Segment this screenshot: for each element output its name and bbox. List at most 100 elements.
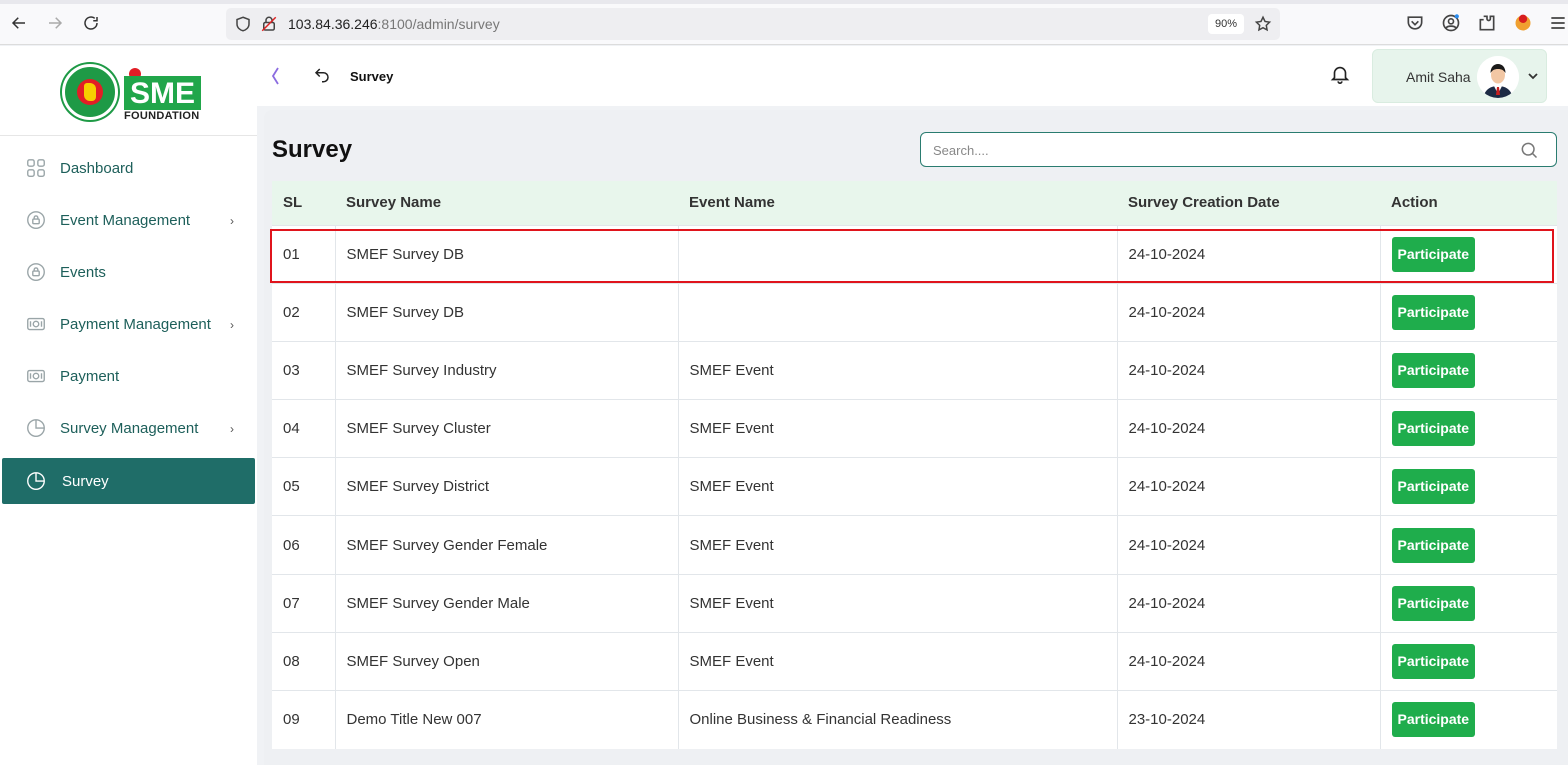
search-icon[interactable] [1519,140,1539,160]
participate-button[interactable]: Participate [1391,643,1476,679]
sidebar-item-label: Event Management [60,211,191,229]
money-icon [27,317,45,331]
govt-emblem-icon [62,64,118,120]
cell-action: Participate [1380,282,1557,342]
hamburger-menu-icon[interactable] [1548,13,1568,33]
cell-survey-name: SMEF Survey DB [335,224,679,284]
cell-survey-name: SMEF Survey Open [335,631,679,691]
sidebar-item-payment-management[interactable]: Payment Management › [0,298,257,350]
breadcrumb: Survey [350,69,394,84]
cell-sl: 06 [272,515,336,575]
sidebar-item-payment[interactable]: Payment [0,350,257,402]
cell-event-name [678,282,1118,342]
account-icon[interactable] [1441,13,1461,33]
cell-event-name [678,224,1118,284]
participate-button[interactable]: Participate [1391,585,1476,621]
chevron-right-icon: › [230,318,234,332]
participate-button[interactable]: Participate [1391,702,1476,738]
cell-sl: 07 [272,573,336,633]
address-bar[interactable]: 103.84.36.246:8100/admin/survey 90% [226,8,1280,40]
pie-chart-icon [27,419,45,437]
cell-event-name: SMEF Event [678,515,1118,575]
logo-area[interactable]: SME FOUNDATION [0,46,257,136]
pocket-icon[interactable] [1405,13,1425,33]
avatar [1477,56,1519,98]
search-input[interactable] [933,139,1493,161]
cell-creation-date: 24-10-2024 [1117,631,1381,691]
url-host: 103.84.36.246 [288,16,378,32]
logo-letters: SME [124,76,202,110]
notification-bell-icon[interactable] [1329,62,1351,86]
sidebar-item-label: Payment Management [60,315,211,333]
shield-icon[interactable] [234,15,252,33]
cell-sl: 02 [272,282,336,342]
cell-sl: 09 [272,689,336,749]
cell-survey-name: SMEF Survey Gender Female [335,515,679,575]
sidebar-item-events[interactable]: Events [0,246,257,298]
table-row: 09 Demo Title New 007 Online Business & … [272,689,1557,749]
participate-button[interactable]: Participate [1391,294,1476,330]
column-header-event-name: Event Name [678,181,1117,225]
cell-event-name: SMEF Event [678,573,1118,633]
table-row: 06 SMEF Survey Gender Female SMEF Event … [272,515,1557,575]
participate-button[interactable]: Participate [1391,352,1476,388]
extension-badge-icon[interactable] [1513,13,1533,33]
chevron-down-icon[interactable] [1527,70,1539,82]
page-title: Survey [272,136,353,163]
cell-creation-date: 24-10-2024 [1117,224,1381,284]
cell-creation-date: 24-10-2024 [1117,399,1381,458]
undo-back-icon[interactable] [313,66,331,84]
sidebar-item-label: Survey Management [60,419,199,437]
cell-creation-date: 24-10-2024 [1117,457,1381,516]
cell-creation-date: 23-10-2024 [1117,689,1381,749]
sidebar-item-label: Payment [60,367,120,385]
insecure-lock-icon[interactable] [260,15,278,33]
cell-action: Participate [1380,340,1557,400]
tab-strip [0,0,1568,4]
cell-sl: 03 [272,340,336,400]
cell-event-name: SMEF Event [678,631,1118,691]
chevron-right-icon: › [230,214,234,228]
user-avatar-icon [1477,56,1519,98]
user-name: Amit Saha [1406,69,1471,85]
sidebar-item-label: Dashboard [60,159,134,177]
reload-icon[interactable] [80,12,102,34]
cell-survey-name: Demo Title New 007 [335,689,679,749]
zoom-badge[interactable]: 90% [1208,14,1244,34]
money-icon [27,369,45,383]
survey-table: SL Survey Name Event Name Survey Creatio… [272,181,1557,749]
sidebar-item-dashboard[interactable]: Dashboard [0,142,257,194]
chevron-right-icon: › [230,422,234,436]
cell-survey-name: SMEF Survey DB [335,282,679,342]
forward-arrow-icon[interactable] [44,12,66,34]
table-row: 02 SMEF Survey DB 24-10-2024 Participate [272,282,1557,342]
url-text[interactable]: 103.84.36.246:8100/admin/survey [288,16,500,32]
extensions-icon[interactable] [1477,13,1497,33]
user-menu[interactable]: Amit Saha [1372,49,1547,103]
back-arrow-icon[interactable] [8,12,30,34]
table-row: 04 SMEF Survey Cluster SMEF Event 24-10-… [272,399,1557,458]
column-header-sl: SL [272,181,335,225]
table-row: 03 SMEF Survey Industry SMEF Event 24-10… [272,340,1557,400]
cell-survey-name: SMEF Survey Gender Male [335,573,679,633]
participate-button[interactable]: Participate [1391,527,1476,563]
participate-button[interactable]: Participate [1391,469,1476,505]
sidebar-collapse-icon[interactable] [269,66,281,86]
bookmark-star-icon[interactable] [1254,15,1272,33]
top-header: Survey Amit Saha [257,46,1568,106]
search-box[interactable] [920,132,1557,167]
sidebar-item-survey[interactable]: Survey [2,458,255,504]
sidebar-item-survey-management[interactable]: Survey Management › [0,402,257,454]
cell-survey-name: SMEF Survey Industry [335,340,679,400]
cell-event-name: SMEF Event [678,457,1118,516]
cell-creation-date: 24-10-2024 [1117,515,1381,575]
participate-button[interactable]: Participate [1391,411,1476,447]
browser-toolbar: 103.84.36.246:8100/admin/survey 90% [0,0,1568,45]
url-path: :8100/admin/survey [377,16,500,32]
participate-button[interactable]: Participate [1391,236,1476,272]
column-header-action: Action [1380,181,1557,225]
sidebar-item-event-management[interactable]: Event Management › [0,194,257,246]
column-header-creation-date: Survey Creation Date [1117,181,1380,225]
column-header-survey-name: Survey Name [335,181,678,225]
cell-sl: 05 [272,457,336,516]
